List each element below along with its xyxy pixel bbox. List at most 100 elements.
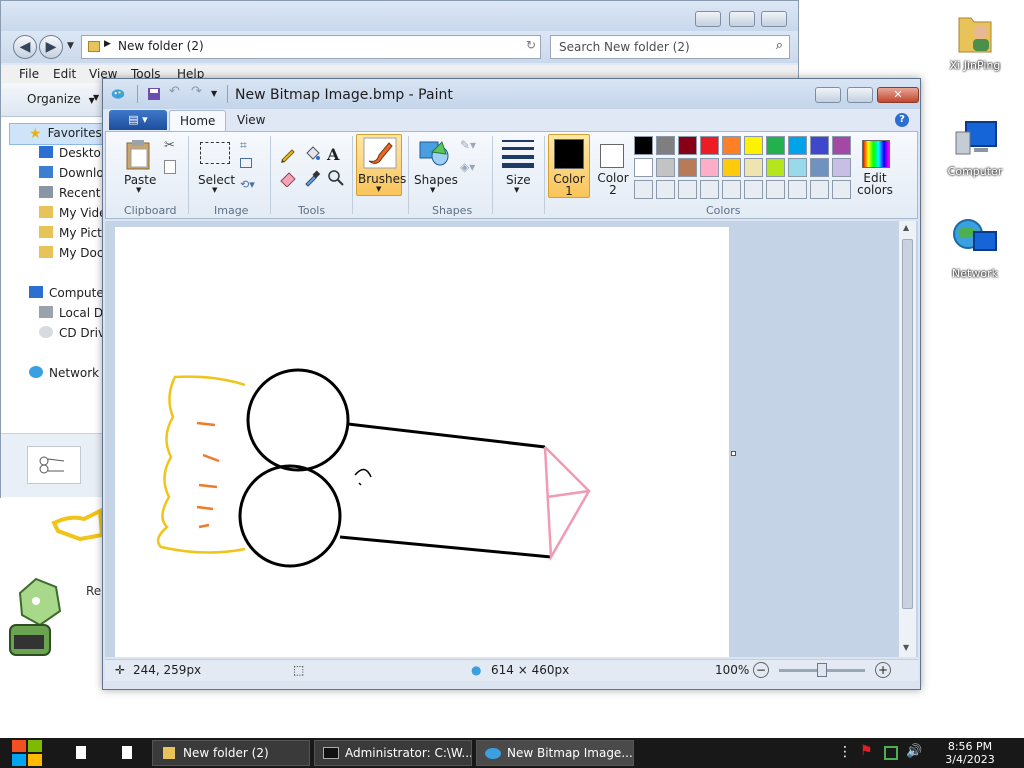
nav-item-desktop[interactable]: Desktop [39,146,109,166]
redo-icon[interactable]: ↷ [191,84,205,99]
palette-swatch[interactable] [678,136,697,155]
nav-item-network[interactable]: Network [29,366,99,386]
color2-button[interactable]: Color 2 [594,134,632,198]
palette-swatch[interactable] [722,158,741,177]
palette-swatch[interactable] [700,136,719,155]
scroll-up-icon[interactable]: ▲ [903,223,909,232]
tab-home[interactable]: Home [169,110,227,131]
palette-swatch[interactable] [634,158,653,177]
view-dropdown-icon[interactable]: ▼ [93,93,99,102]
maximize-button[interactable] [847,87,873,103]
menu-file[interactable]: File [19,67,39,81]
zoom-slider-thumb[interactable] [817,663,827,677]
magnifier-tool[interactable] [326,168,346,188]
outline-icon[interactable]: ✎▾ [460,138,476,152]
vertical-scrollbar[interactable]: ▲ ▼ [899,221,916,657]
palette-swatch[interactable] [700,158,719,177]
paint-menu-button[interactable]: ▤ ▾ [109,110,167,130]
scroll-down-icon[interactable]: ▼ [903,643,909,652]
palette-swatch[interactable] [832,158,851,177]
back-button[interactable]: ◀ [13,35,37,59]
network-status-icon[interactable] [884,746,898,760]
minimize-button[interactable] [695,11,721,27]
desktop-icon-computer[interactable]: Computer [940,118,1010,178]
palette-swatch[interactable] [788,136,807,155]
zoom-in-button[interactable]: + [875,662,891,678]
palette-swatch[interactable] [656,136,675,155]
custom-color-slot[interactable] [656,180,675,199]
edit-colors-button[interactable]: Edit colors [854,134,896,198]
menu-edit[interactable]: Edit [53,67,76,81]
help-icon[interactable]: ? [895,113,909,127]
forward-button[interactable]: ▶ [39,35,63,59]
history-dropdown-icon[interactable]: ▼ [67,41,74,51]
palette-swatch[interactable] [744,158,763,177]
taskbar-button-cmd[interactable]: Administrator: C:\W... [314,740,472,766]
nav-item-computer[interactable]: Computer [29,286,109,306]
paint-window[interactable]: ↶ ↷ ▼ New Bitmap Image.bmp - Paint ✕ ▤ ▾… [102,78,921,690]
address-bar[interactable]: ▶ New folder (2) ↻ [81,35,541,59]
custom-color-slot[interactable] [766,180,785,199]
close-button[interactable]: ✕ [877,87,919,103]
rotate-icon[interactable]: ⟲▾ [240,178,255,191]
explorer-title-bar[interactable] [1,1,798,31]
system-clock[interactable]: 8:56 PM 3/4/2023 [940,740,1000,766]
tab-view[interactable]: View [227,110,275,131]
custom-color-slot[interactable] [810,180,829,199]
crop-icon[interactable]: ⌗ [240,138,247,153]
custom-color-slot[interactable] [700,180,719,199]
drawing-canvas[interactable] [115,227,729,657]
action-center-flag-icon[interactable]: ⚑ [860,743,874,759]
cut-icon[interactable]: ✂ [164,138,175,153]
color-picker-tool[interactable] [302,168,322,188]
custom-color-slot[interactable] [744,180,763,199]
organize-button[interactable]: Organize ▼ [27,92,95,106]
custom-color-slot[interactable] [722,180,741,199]
quick-launch-file-icon[interactable] [122,746,132,759]
palette-swatch[interactable] [766,158,785,177]
undo-icon[interactable]: ↶ [169,84,183,99]
taskbar-button-paint[interactable]: New Bitmap Image.... [476,740,634,766]
quick-launch-file-icon[interactable] [76,746,86,759]
shapes-button[interactable]: Shapes ▼ [412,136,458,198]
palette-swatch[interactable] [744,136,763,155]
scrollbar-thumb[interactable] [902,239,913,609]
custom-color-slot[interactable] [788,180,807,199]
paint-title-bar[interactable]: ↶ ↷ ▼ New Bitmap Image.bmp - Paint ✕ [103,79,920,109]
nav-item-favorites[interactable]: ★ Favorites [29,126,102,146]
custom-color-slot[interactable] [832,180,851,199]
save-icon[interactable] [147,87,161,101]
eraser-tool[interactable] [278,168,298,188]
palette-swatch[interactable] [678,158,697,177]
select-button[interactable]: Select ▼ [194,136,235,198]
text-tool[interactable]: A [326,144,346,164]
search-input[interactable]: Search New folder (2) ⌕ [550,35,790,59]
palette-swatch[interactable] [656,158,675,177]
color1-button[interactable]: Color 1 [548,134,590,198]
fill-tool[interactable] [302,144,322,164]
refresh-icon[interactable]: ↻ [526,38,536,52]
minimize-button[interactable] [815,87,841,103]
resize-icon[interactable] [240,158,252,168]
custom-color-slot[interactable] [678,180,697,199]
palette-swatch[interactable] [788,158,807,177]
pencil-tool[interactable] [278,144,298,164]
custom-color-slot[interactable] [634,180,653,199]
desktop-icon-network[interactable]: Network [940,216,1010,280]
maximize-button[interactable] [729,11,755,27]
copy-icon[interactable] [164,160,176,174]
volume-icon[interactable]: 🔊 [906,744,922,759]
palette-swatch[interactable] [832,136,851,155]
fill-icon[interactable]: ◈▾ [460,160,475,174]
start-button[interactable] [10,738,44,768]
palette-swatch[interactable] [722,136,741,155]
canvas-resize-handle[interactable] [731,451,736,456]
size-button[interactable]: Size ▼ [496,136,540,198]
taskbar-button-explorer[interactable]: New folder (2) [152,740,310,766]
brushes-button[interactable]: Brushes ▼ [356,134,406,196]
palette-swatch[interactable] [634,136,653,155]
desktop-icon-user-folder[interactable]: Xi JinPing [940,8,1010,72]
palette-swatch[interactable] [810,136,829,155]
palette-swatch[interactable] [810,158,829,177]
paste-button[interactable]: Paste ▼ [114,136,160,198]
